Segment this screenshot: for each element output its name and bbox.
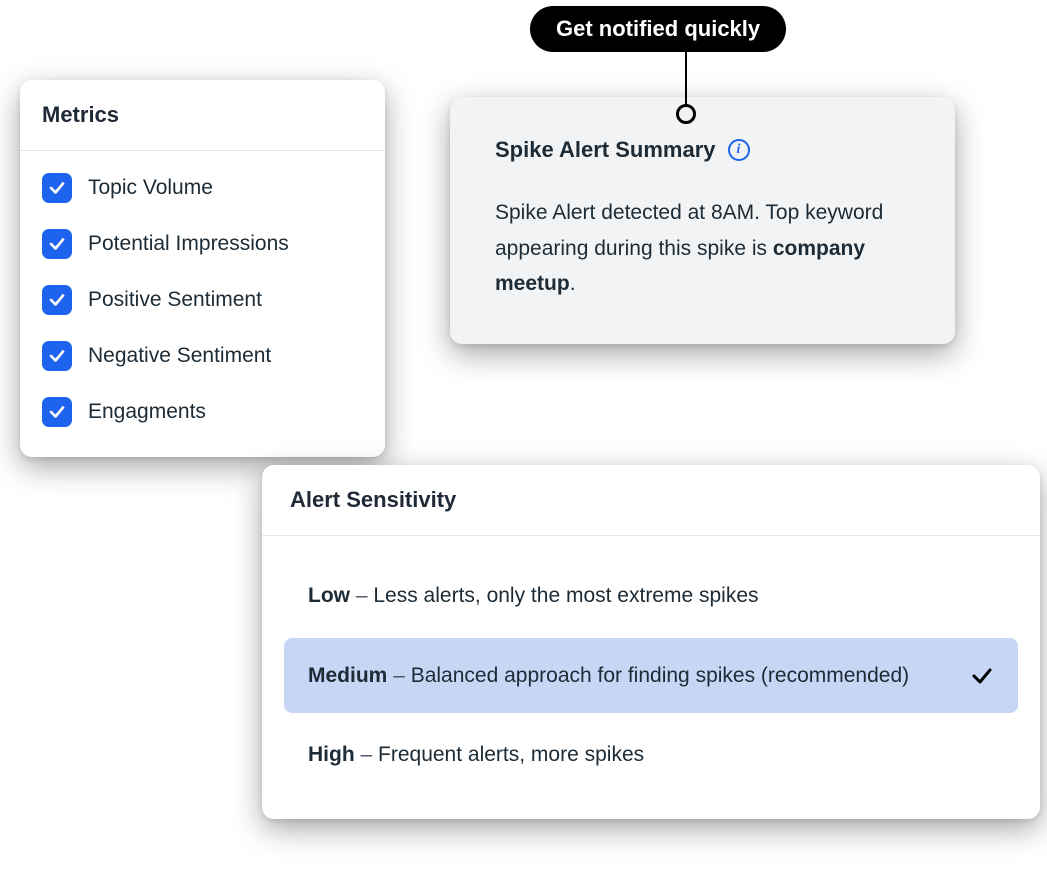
metrics-card: Metrics Topic Volume Potential Impressio… [20, 80, 385, 457]
metrics-header: Metrics [20, 80, 385, 151]
sensitivity-desc: Frequent alerts, more spikes [378, 743, 644, 766]
metric-label: Negative Sentiment [88, 344, 271, 368]
metric-label: Engagments [88, 400, 206, 424]
callout-label: Get notified quickly [530, 6, 786, 52]
spike-alert-summary-card: Spike Alert Summary i Spike Alert detect… [450, 97, 955, 344]
metric-label: Positive Sentiment [88, 288, 262, 312]
sensitivity-name: High [308, 743, 355, 766]
checkbox-icon[interactable] [42, 397, 72, 427]
callout-connector-dot [676, 104, 696, 124]
callout-connector-line [685, 48, 687, 108]
sensitivity-option-medium[interactable]: Medium – Balanced approach for finding s… [284, 638, 1018, 714]
checkbox-icon[interactable] [42, 229, 72, 259]
metric-item-engagements[interactable]: Engagments [42, 397, 363, 427]
sensitivity-option-high[interactable]: High – Frequent alerts, more spikes [284, 717, 1018, 793]
sensitivity-header: Alert Sensitivity [262, 465, 1040, 536]
summary-title-row: Spike Alert Summary i [495, 137, 910, 163]
metric-label: Potential Impressions [88, 232, 289, 256]
metric-item-positive-sentiment[interactable]: Positive Sentiment [42, 285, 363, 315]
checkbox-icon[interactable] [42, 285, 72, 315]
check-icon [970, 664, 994, 688]
sensitivity-name: Medium [308, 664, 387, 687]
metric-item-topic-volume[interactable]: Topic Volume [42, 173, 363, 203]
metric-item-potential-impressions[interactable]: Potential Impressions [42, 229, 363, 259]
sensitivity-title: Alert Sensitivity [290, 487, 1012, 513]
metric-label: Topic Volume [88, 176, 213, 200]
summary-body: Spike Alert detected at 8AM. Top keyword… [495, 195, 910, 302]
summary-text-suffix: . [570, 272, 576, 295]
info-icon[interactable]: i [728, 139, 750, 161]
summary-title: Spike Alert Summary [495, 137, 716, 163]
metric-item-negative-sentiment[interactable]: Negative Sentiment [42, 341, 363, 371]
sensitivity-option-low[interactable]: Low – Less alerts, only the most extreme… [284, 558, 1018, 634]
metrics-list: Topic Volume Potential Impressions Posit… [20, 151, 385, 457]
sensitivity-name: Low [308, 584, 350, 607]
sensitivity-desc: Less alerts, only the most extreme spike… [373, 584, 758, 607]
checkbox-icon[interactable] [42, 173, 72, 203]
metrics-title: Metrics [42, 102, 363, 128]
sensitivity-desc: Balanced approach for finding spikes (re… [411, 664, 909, 687]
alert-sensitivity-card: Alert Sensitivity Low – Less alerts, onl… [262, 465, 1040, 819]
sensitivity-list: Low – Less alerts, only the most extreme… [262, 536, 1040, 819]
checkbox-icon[interactable] [42, 341, 72, 371]
